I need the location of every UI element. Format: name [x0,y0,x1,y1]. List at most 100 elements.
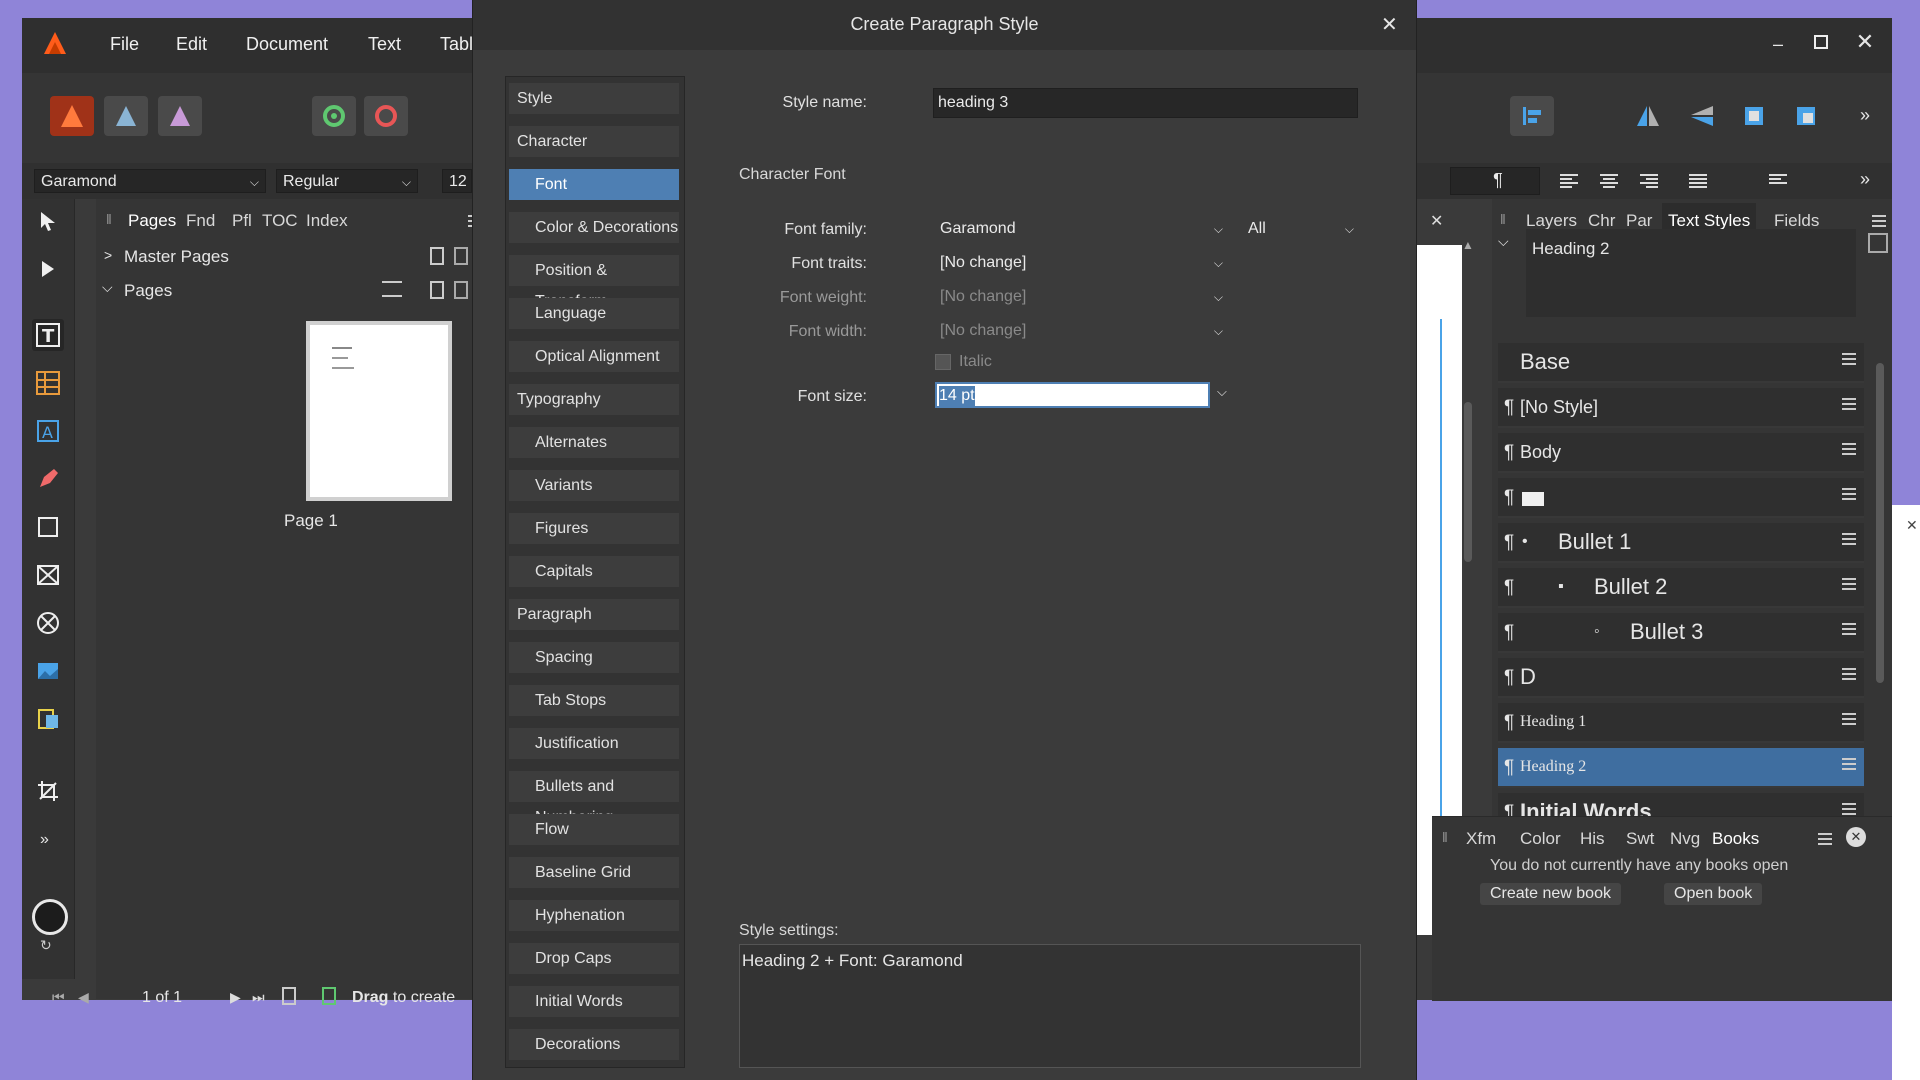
style-menu-icon[interactable] [1842,533,1856,545]
category-baseline-grid[interactable]: Baseline Grid [509,857,679,894]
show-special-characters[interactable]: ¶ [1450,167,1540,195]
font-weight-select[interactable]: [No change] ⌵ [935,284,1230,310]
style-row[interactable]: ¶ Bullet 3 ◦ [1498,613,1864,653]
picture-frame-icon[interactable] [32,559,64,591]
font-size-dropdown-icon[interactable]: ⌵ [1217,384,1227,400]
style-menu-icon[interactable] [1842,803,1856,815]
align-text-center-icon[interactable] [1594,169,1624,193]
duplicate-page-icon[interactable] [454,281,468,299]
style-menu-icon[interactable] [1842,353,1856,365]
style-row[interactable]: ¶ D [1498,658,1864,698]
category-justification[interactable]: Justification [509,728,679,765]
window-close-icon[interactable]: ✕ [1850,28,1880,56]
minimize-icon[interactable]: – [1763,32,1793,56]
font-traits-select[interactable]: [No change] ⌵ [935,250,1230,276]
font-family-select[interactable]: Garamond ⌵ [935,216,1230,242]
context-font-size[interactable]: 12 [442,169,472,193]
category-language[interactable]: Language [509,298,679,335]
tab-toc[interactable]: TOC [262,211,298,231]
spread-view-icon[interactable] [282,987,296,1005]
place-image-icon[interactable] [32,655,64,687]
preferences-gear-icon[interactable] [312,96,356,136]
page-options-icon[interactable] [382,281,402,297]
style-row[interactable]: ¶ Heading 1 [1498,703,1864,743]
add-master-icon[interactable] [430,247,444,265]
pages-view-icon[interactable] [322,987,336,1005]
pages-row[interactable]: ⌵ Pages [96,275,481,307]
category-drop-caps[interactable]: Drop Caps [509,943,679,980]
first-page-icon[interactable]: ⏮ [52,989,65,1006]
tab-fields[interactable]: Fields [1774,211,1819,231]
snapping-icon[interactable] [364,96,408,136]
maximize-icon[interactable] [1806,30,1836,54]
context-font-weight[interactable]: Regular ⌵ [276,169,418,193]
rectangle-tool-icon[interactable] [32,511,64,543]
style-menu-icon[interactable] [1842,578,1856,590]
style-row[interactable]: ¶ [1498,478,1864,518]
align-left-icon[interactable] [1510,96,1554,136]
style-row[interactable]: ¶ Bullet 1 • [1498,523,1864,563]
table-tool-icon[interactable] [32,367,64,399]
open-book-button[interactable]: Open book [1664,883,1763,905]
flip-vertical-icon[interactable] [1680,96,1724,136]
close-panel-icon[interactable]: ✕ [1846,827,1866,847]
category-alternates[interactable]: Alternates [509,427,679,464]
menu-file[interactable]: File [110,34,139,55]
tab-character[interactable]: Chr [1588,211,1615,231]
category-spacing[interactable]: Spacing [509,642,679,679]
publisher-persona-icon[interactable] [50,96,94,136]
tab-navigator[interactable]: Nvg [1670,829,1700,849]
scroll-thumb[interactable] [1876,363,1884,683]
tools-overflow-icon[interactable]: » [40,831,49,849]
style-name-input[interactable]: heading 3 [933,88,1358,118]
swap-colors-icon[interactable]: ↻ [40,937,52,954]
style-options-icon[interactable] [1868,233,1888,253]
style-menu-icon[interactable] [1842,758,1856,770]
artistic-text-tool-icon[interactable]: T [32,319,64,351]
color-wheel[interactable] [32,899,68,935]
rotate-left-icon[interactable] [1732,96,1776,136]
category-hyphenation[interactable]: Hyphenation [509,900,679,937]
photo-persona-icon[interactable] [158,96,202,136]
category-decorations[interactable]: Decorations [509,1029,679,1066]
dialog-close-icon[interactable]: ✕ [1381,12,1398,37]
next-page-icon[interactable]: ▶ [230,989,241,1006]
category-character[interactable]: Character [509,126,679,163]
tab-swatches[interactable]: Swt [1626,829,1654,849]
context-overflow-icon[interactable]: » [1860,169,1870,190]
style-menu-icon[interactable] [1842,488,1856,500]
pen-tool-icon[interactable] [32,463,64,495]
category-bullets-and-numbering[interactable]: Bullets and Numbering [509,771,679,826]
tab-books[interactable]: Books [1712,829,1759,849]
tab-transform[interactable]: Xfm [1466,829,1496,849]
scroll-thumb[interactable] [1464,402,1472,562]
flip-horizontal-icon[interactable] [1626,96,1670,136]
font-family-scope-select[interactable]: All ⌵ [1243,216,1361,242]
align-text-right-icon[interactable] [1634,169,1664,193]
tab-color[interactable]: Color [1520,829,1561,849]
category-capitals[interactable]: Capitals [509,556,679,593]
category-paragraph[interactable]: Paragraph [509,599,679,636]
tab-history[interactable]: His [1580,829,1605,849]
category-figures[interactable]: Figures [509,513,679,550]
panel-menu-icon[interactable] [1872,215,1886,227]
vertical-align-icon[interactable] [1756,169,1800,193]
duplicate-master-icon[interactable] [454,247,468,265]
style-row[interactable]: ¶ [No Style] [1498,388,1864,428]
add-page-icon[interactable] [430,281,444,299]
rotate-right-icon[interactable] [1784,96,1828,136]
master-pages-row[interactable]: > Master Pages [96,241,481,273]
category-flow[interactable]: Flow [509,814,679,851]
crop-tool-icon[interactable] [32,775,64,807]
style-row[interactable]: ¶ Heading 2 [1498,748,1864,788]
scroll-up-icon[interactable]: ▲ [1462,238,1476,252]
page-thumbnail[interactable] [306,321,452,501]
category-typography[interactable]: Typography [509,384,679,421]
font-size-input[interactable]: 14 pt [935,382,1210,408]
toolbar-overflow-icon[interactable]: » [1860,105,1870,126]
style-menu-icon[interactable] [1842,713,1856,725]
context-font-family[interactable]: Garamond ⌵ [34,169,266,193]
last-page-icon[interactable]: ⏭ [252,989,265,1006]
background-window-close-icon[interactable]: ✕ [1906,517,1918,534]
category-font[interactable]: Font [509,169,679,206]
